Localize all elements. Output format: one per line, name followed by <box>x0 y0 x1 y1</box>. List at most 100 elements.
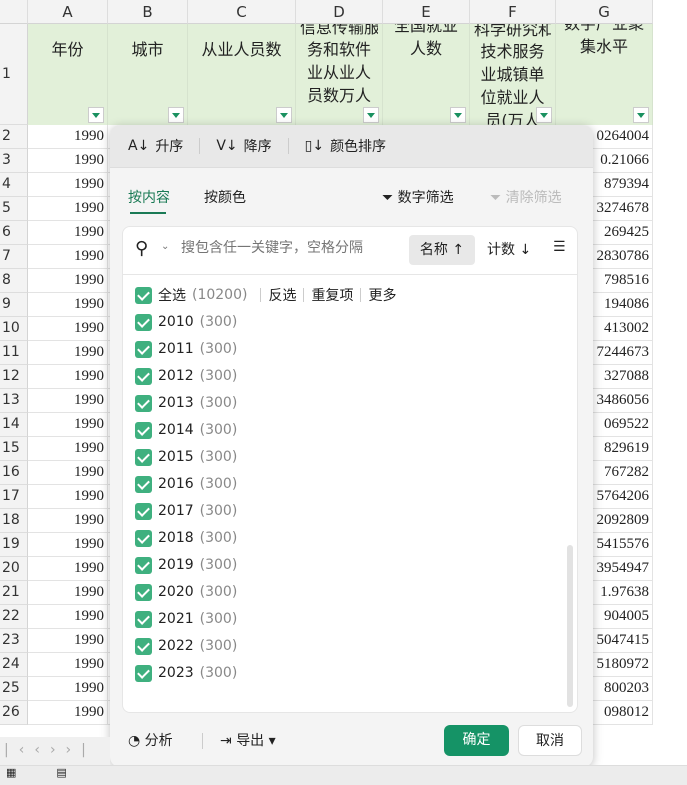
checkbox[interactable] <box>135 367 152 385</box>
filter-dropdown-button[interactable] <box>168 107 184 123</box>
chevron-down-icon[interactable]: ⌄ <box>161 241 169 252</box>
checkbox[interactable] <box>135 664 152 682</box>
list-item[interactable]: 2016 (300) <box>135 474 237 494</box>
list-item[interactable]: 2021 (300) <box>135 609 237 629</box>
column-header[interactable]: D <box>296 0 383 24</box>
tab-by-color[interactable]: 按颜色 <box>204 187 246 207</box>
table-cell[interactable]: 1990 <box>28 125 108 149</box>
row-header[interactable]: 15 <box>0 437 28 461</box>
row-header[interactable]: 9 <box>0 293 28 317</box>
row-header[interactable]: 21 <box>0 581 28 605</box>
list-item[interactable]: 2018 (300) <box>135 528 237 548</box>
list-item[interactable]: 2022 (300) <box>135 636 237 656</box>
column-header[interactable]: A <box>28 0 108 24</box>
checkbox[interactable] <box>135 421 152 439</box>
row-header[interactable]: 8 <box>0 269 28 293</box>
row-header[interactable]: 24 <box>0 653 28 677</box>
table-cell[interactable]: 1990 <box>28 629 108 653</box>
table-cell[interactable]: 1990 <box>28 605 108 629</box>
list-item[interactable]: 2010 (300) <box>135 312 237 332</box>
checkbox[interactable] <box>135 475 152 493</box>
first-sheet-icon[interactable]: |‹ <box>4 742 34 758</box>
table-cell[interactable]: 1990 <box>28 413 108 437</box>
column-header[interactable]: E <box>383 0 470 24</box>
row-header[interactable]: 25 <box>0 677 28 701</box>
row-header[interactable]: 20 <box>0 557 28 581</box>
filter-dropdown-button[interactable] <box>363 107 379 123</box>
table-cell[interactable]: 1990 <box>28 485 108 509</box>
number-filter-button[interactable]: ⏷ 数字筛选 <box>382 187 454 207</box>
table-cell[interactable]: 1990 <box>28 509 108 533</box>
table-cell[interactable]: 1990 <box>28 317 108 341</box>
cancel-button[interactable]: 取消 <box>518 725 582 756</box>
header-cell[interactable]: 信息传输服 务和软件业从业人员数万人 <box>296 24 383 125</box>
filter-dropdown-button[interactable] <box>88 107 104 123</box>
search-icon[interactable]: ⚲ <box>135 238 148 259</box>
header-cell[interactable]: 科学研究和 技术服务业城镇单位就业人员(万人 <box>470 24 556 125</box>
checkbox[interactable] <box>135 448 152 466</box>
list-item[interactable]: 2017 (300) <box>135 501 237 521</box>
table-cell[interactable]: 1990 <box>28 269 108 293</box>
table-cell[interactable]: 1990 <box>28 437 108 461</box>
header-cell[interactable]: 数字产业聚集水平 <box>556 24 653 125</box>
table-cell[interactable]: 1990 <box>28 581 108 605</box>
checkbox[interactable] <box>135 529 152 547</box>
checkbox[interactable] <box>135 556 152 574</box>
checkbox[interactable] <box>135 610 152 628</box>
row-header[interactable]: 14 <box>0 413 28 437</box>
header-cell[interactable]: 全国就业人数 <box>383 24 470 125</box>
sort-descending-button[interactable]: V↓ 降序 <box>216 136 271 156</box>
table-cell[interactable]: 1990 <box>28 701 108 725</box>
table-cell[interactable]: 1990 <box>28 173 108 197</box>
list-item[interactable]: 2015 (300) <box>135 447 237 467</box>
checkbox[interactable] <box>135 502 152 520</box>
checkbox[interactable] <box>135 313 152 331</box>
checkbox[interactable] <box>135 583 152 601</box>
sort-ascending-button[interactable]: A↓ 升序 <box>128 136 183 156</box>
row-header[interactable]: 5 <box>0 197 28 221</box>
list-settings-icon[interactable]: ☰ <box>553 239 566 255</box>
row-header[interactable]: 3 <box>0 149 28 173</box>
row-header[interactable]: 18 <box>0 509 28 533</box>
list-scrollbar[interactable] <box>567 545 573 707</box>
select-all-corner[interactable] <box>0 0 28 24</box>
search-input[interactable] <box>181 240 401 256</box>
row-header[interactable]: 11 <box>0 341 28 365</box>
sort-by-count-button[interactable]: 计数 ↓ <box>487 235 531 265</box>
prev-sheet-icon[interactable]: ‹ <box>34 742 50 758</box>
page-icon[interactable]: ▤ <box>56 766 66 779</box>
table-cell[interactable]: 1990 <box>28 389 108 413</box>
checkbox[interactable] <box>135 394 152 412</box>
analyze-button[interactable]: ◔ 分析 <box>128 730 173 750</box>
tab-by-content[interactable]: 按内容 <box>128 187 170 214</box>
last-sheet-icon[interactable]: ›| <box>66 742 96 758</box>
clear-filter-button[interactable]: ⏷ 清除筛选 <box>490 187 562 207</box>
table-cell[interactable]: 1990 <box>28 677 108 701</box>
table-cell[interactable]: 1990 <box>28 461 108 485</box>
row-header[interactable]: 10 <box>0 317 28 341</box>
row-header[interactable]: 13 <box>0 389 28 413</box>
header-cell[interactable]: 年份 <box>28 24 108 125</box>
table-cell[interactable]: 1990 <box>28 653 108 677</box>
table-cell[interactable]: 1990 <box>28 557 108 581</box>
column-header[interactable]: B <box>108 0 188 24</box>
filter-dropdown-button[interactable] <box>633 107 649 123</box>
select-all-checkbox[interactable] <box>135 286 152 304</box>
next-sheet-icon[interactable]: › <box>50 742 66 758</box>
checkbox[interactable] <box>135 340 152 358</box>
table-cell[interactable]: 1990 <box>28 341 108 365</box>
row-header[interactable]: 26 <box>0 701 28 725</box>
confirm-button[interactable]: 确定 <box>444 725 509 756</box>
row-header[interactable]: 12 <box>0 365 28 389</box>
column-header[interactable]: G <box>556 0 653 24</box>
table-cell[interactable]: 1990 <box>28 149 108 173</box>
row-header[interactable]: 19 <box>0 533 28 557</box>
macro-icon[interactable]: ▦ <box>6 766 16 779</box>
table-cell[interactable]: 1990 <box>28 365 108 389</box>
filter-dropdown-button[interactable] <box>536 107 552 123</box>
row-header[interactable]: 16 <box>0 461 28 485</box>
list-item[interactable]: 2019 (300) <box>135 555 237 575</box>
list-item[interactable]: 2020 (300) <box>135 582 237 602</box>
filter-dropdown-button[interactable] <box>276 107 292 123</box>
table-cell[interactable]: 1990 <box>28 533 108 557</box>
